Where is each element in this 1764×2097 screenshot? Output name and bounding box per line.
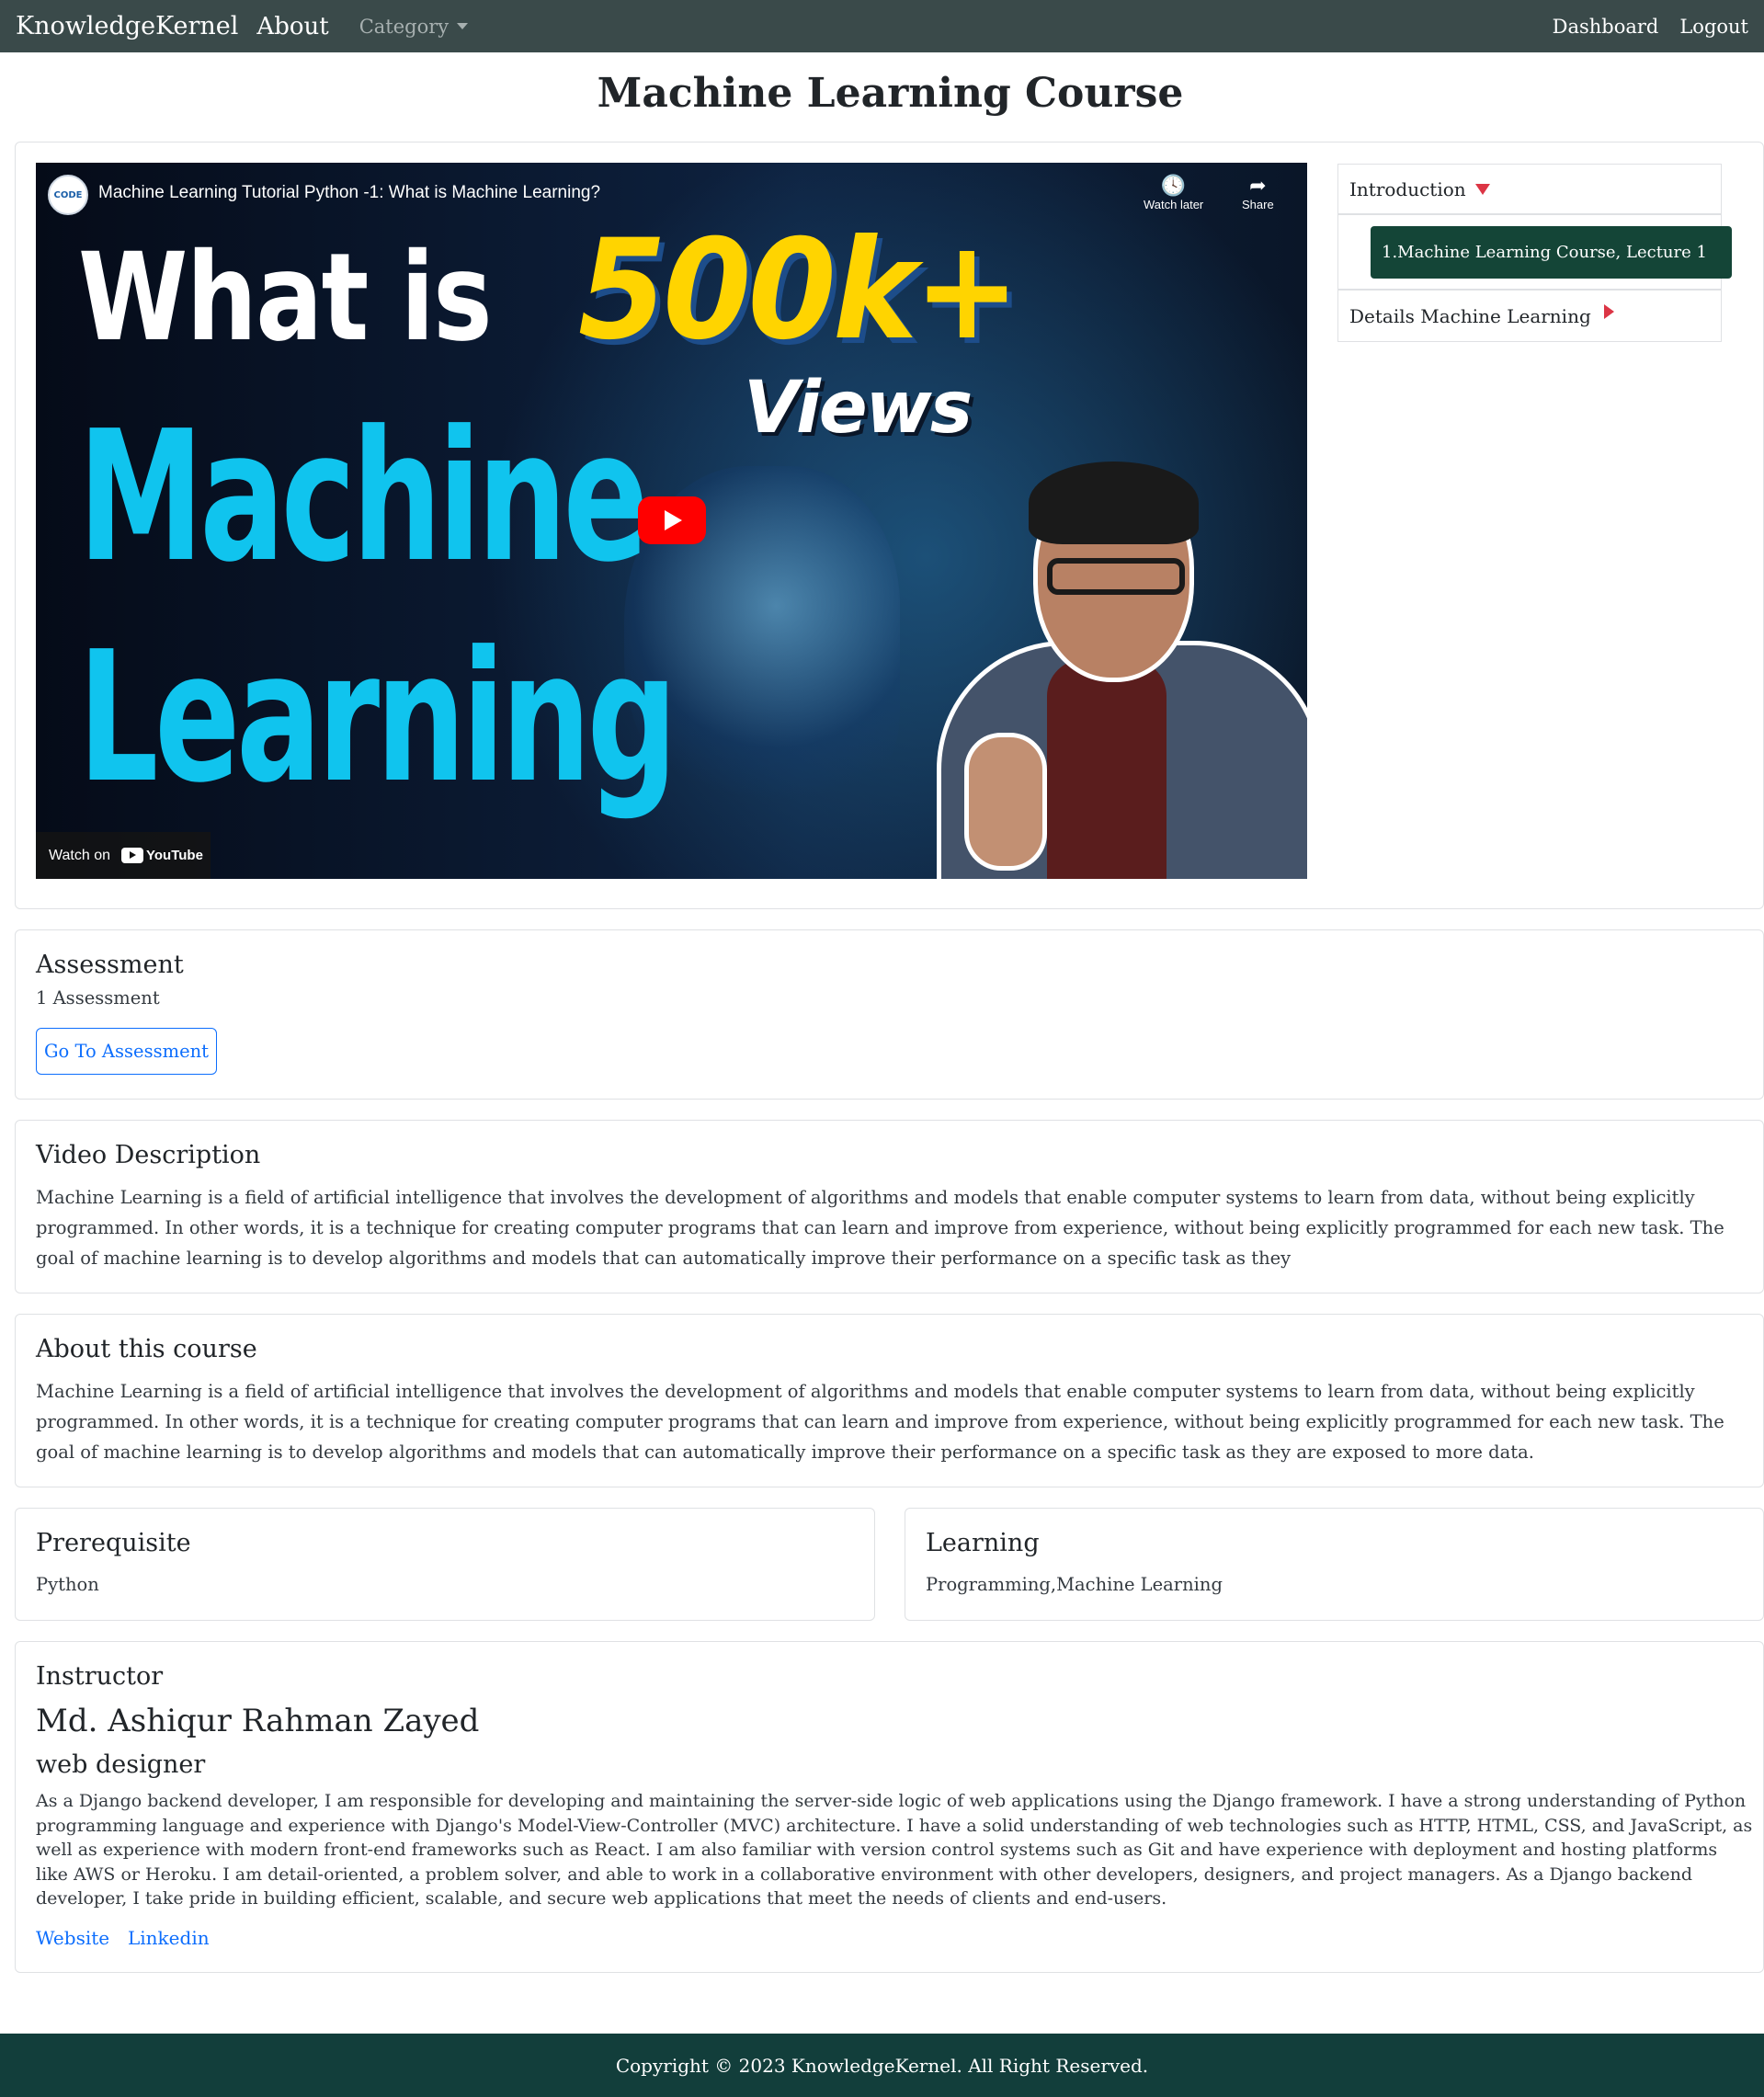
assessment-card: Assessment 1 Assessment Go To Assessment xyxy=(15,929,1764,1100)
caret-down-icon xyxy=(457,23,469,29)
about-course-card: About this course Machine Learning is a … xyxy=(15,1314,1764,1487)
watch-on-label: Watch on xyxy=(49,847,110,863)
prerequisite-heading: Prerequisite xyxy=(36,1529,191,1557)
thumbnail-text-learning: Learning xyxy=(78,613,677,823)
instructor-card: Instructor Md. Ashiqur Rahman Zayed web … xyxy=(15,1641,1764,1973)
watch-later-label: Watch later xyxy=(1144,198,1204,211)
go-to-assessment-button[interactable]: Go To Assessment xyxy=(36,1028,217,1075)
assessment-heading: Assessment xyxy=(36,951,184,979)
nav-about-link[interactable]: About xyxy=(256,13,328,40)
about-course-text: Machine Learning is a field of artificia… xyxy=(36,1381,1724,1463)
share-label: Share xyxy=(1242,198,1274,211)
instructor-heading: Instructor xyxy=(36,1662,164,1691)
share-arrow-icon: ➦ xyxy=(1249,174,1267,197)
nav-logout-link[interactable]: Logout xyxy=(1679,16,1748,38)
nav-dashboard-link[interactable]: Dashboard xyxy=(1553,16,1659,38)
instructor-name: Md. Ashiqur Rahman Zayed xyxy=(36,1703,480,1739)
learning-card: Learning Programming,Machine Learning xyxy=(905,1508,1764,1621)
nav-category-dropdown[interactable]: Category xyxy=(358,15,469,38)
thumbnail-text-500k: 500k+ xyxy=(578,211,1020,370)
video-description-card: Video Description Machine Learning is a … xyxy=(15,1120,1764,1294)
video-description-text: Machine Learning is a field of artificia… xyxy=(36,1187,1724,1269)
learning-heading: Learning xyxy=(926,1529,1040,1557)
learning-value: Programming,Machine Learning xyxy=(926,1574,1223,1595)
nav-right-links: Dashboard Logout xyxy=(1553,16,1748,38)
share-button[interactable]: ➦ Share xyxy=(1242,174,1274,211)
watch-on-youtube-button[interactable]: Watch on YouTube xyxy=(36,832,211,879)
video-description-heading: Video Description xyxy=(36,1141,261,1169)
playlist-section-details[interactable]: Details Machine Learning xyxy=(1337,290,1722,342)
prerequisite-card: Prerequisite Python xyxy=(15,1508,875,1621)
presenter-image xyxy=(909,383,1307,879)
triangle-down-icon xyxy=(1474,183,1490,195)
instructor-bio: As a Django backend developer, I am resp… xyxy=(36,1791,1753,1909)
footer: Copyright © 2023 KnowledgeKernel. All Ri… xyxy=(0,2034,1764,2097)
instructor-linkedin-link[interactable]: Linkedin xyxy=(128,1927,210,1949)
playlist-section-introduction[interactable]: Introduction xyxy=(1337,164,1722,214)
assessment-count: 1 Assessment xyxy=(36,987,160,1009)
top-navbar: KnowledgeKernel About Category Dashboard… xyxy=(0,0,1764,52)
instructor-website-link[interactable]: Website xyxy=(36,1927,109,1949)
triangle-right-icon xyxy=(1603,303,1614,319)
thumbnail-text-machine: Machine xyxy=(78,393,649,602)
instructor-role: web designer xyxy=(36,1750,206,1779)
brand-link[interactable]: KnowledgeKernel xyxy=(16,12,238,40)
playlist-section-label: Introduction xyxy=(1349,177,1466,200)
nav-category-label: Category xyxy=(358,15,450,38)
page-title: Machine Learning Course xyxy=(597,70,1184,117)
video-player[interactable]: What is Machine Learning 500k+ Views COD… xyxy=(36,163,1307,879)
play-button-icon[interactable] xyxy=(638,496,706,544)
clock-icon: 🕓 xyxy=(1160,174,1187,197)
prerequisite-value: Python xyxy=(36,1574,99,1595)
thumbnail-text-what-is: What is xyxy=(78,227,493,369)
playlist-lecture-1[interactable]: 1.Machine Learning Course, Lecture 1 xyxy=(1371,226,1732,279)
footer-copyright: Copyright © 2023 KnowledgeKernel. All Ri… xyxy=(615,2054,1149,2077)
channel-avatar[interactable]: CODE xyxy=(48,175,88,215)
playlist-section-details-label: Details Machine Learning xyxy=(1349,304,1591,327)
watch-later-button[interactable]: 🕓 Watch later xyxy=(1144,174,1203,211)
about-course-heading: About this course xyxy=(36,1335,257,1363)
youtube-logo-icon: YouTube xyxy=(121,848,203,863)
youtube-logo-text: YouTube xyxy=(146,848,203,863)
video-title[interactable]: Machine Learning Tutorial Python -1: Wha… xyxy=(98,183,600,203)
